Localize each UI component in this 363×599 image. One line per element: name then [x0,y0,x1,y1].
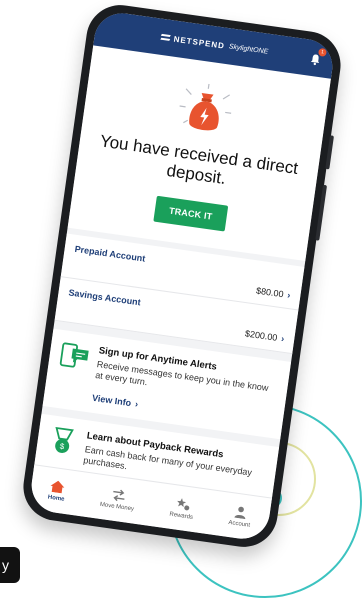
bell-icon[interactable]: 1 [309,47,328,66]
brand-logo: NETSPEND SkylightONE [160,32,268,56]
tab-rewards[interactable]: Rewards [169,496,195,520]
notification-badge: 1 [317,47,328,57]
medal-icon: $ [46,425,80,457]
person-icon [234,506,246,519]
deposit-heading: You have received a direct deposit. [98,131,300,189]
rewards-icon [176,497,189,510]
corner-tag: y [0,547,20,583]
account-balance: $200.00 [244,328,279,343]
chevron-right-icon: › [286,289,292,301]
transfer-icon [112,489,125,501]
phone-side-button [325,135,334,170]
tab-label: Account [228,519,251,529]
account-balance: $80.00 [255,285,285,300]
view-info-label: View Info [91,392,132,409]
phone-side-button [315,184,328,241]
chevron-right-icon: › [280,333,285,344]
track-it-button[interactable]: TRACK IT [153,195,229,232]
chevron-right-icon: › [134,398,139,410]
tab-home[interactable]: Home [47,479,66,502]
tab-label: Move Money [99,501,135,513]
brand-mark-icon [160,33,170,42]
tab-account[interactable]: Account [228,505,252,529]
deposit-hero: You have received a direct deposit. TRAC… [67,45,331,262]
phone-message-icon [58,340,92,372]
tab-label: Home [47,494,65,503]
home-icon [50,480,65,493]
money-bag-icon [172,80,239,140]
tab-label: Rewards [169,511,194,521]
product-name: SkylightONE [228,42,269,56]
alerts-card-head: Sign up for Anytime Alerts Receive messa… [57,340,280,406]
brand-name: NETSPEND [173,34,226,51]
tab-move-money[interactable]: Move Money [100,486,137,512]
